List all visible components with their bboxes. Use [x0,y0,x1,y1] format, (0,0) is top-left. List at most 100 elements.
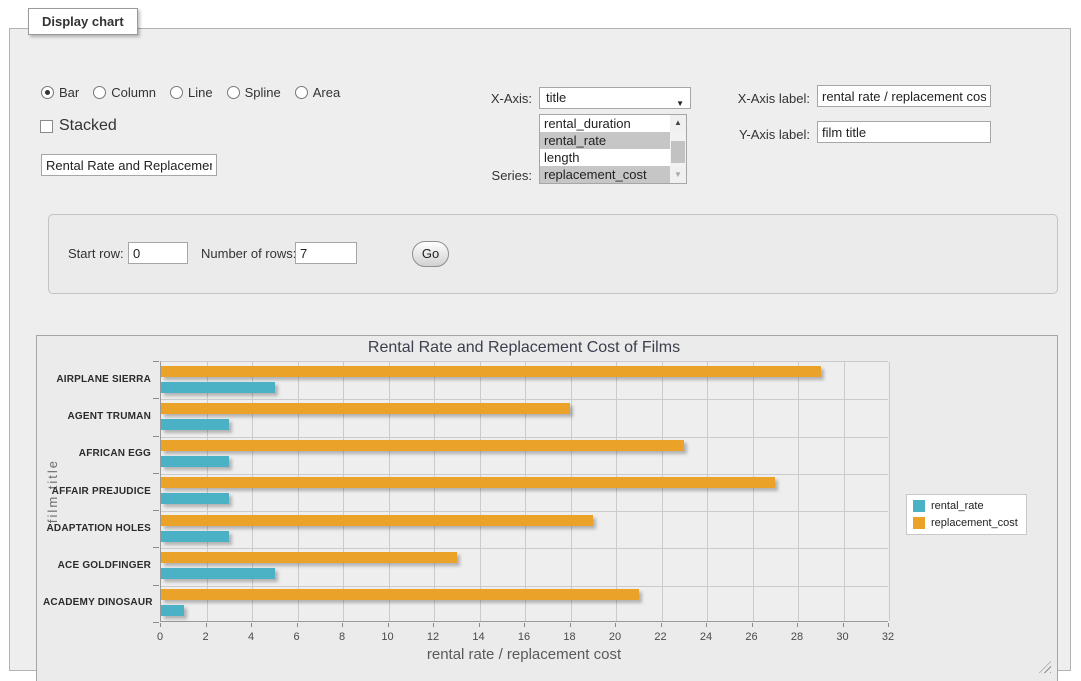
start-row-input[interactable] [128,242,188,264]
bar-replacement_cost-ace-goldfinger [161,552,457,563]
x-tick [661,623,662,627]
x-tick-label: 28 [782,631,812,643]
x-tick [388,623,389,627]
gridline-y [161,399,888,400]
x-tick [797,623,798,627]
category-label: ACE GOLDFINGER [43,560,151,571]
x-tick-label: 26 [737,631,767,643]
y-axis-label-input[interactable] [817,121,991,143]
category-label: ACADEMY DINOSAUR [43,597,151,608]
bar-rental_rate-affair-prejudice [161,493,229,504]
chart-type-radio-label: Line [188,85,213,100]
bar-rental_rate-academy-dinosaur [161,605,184,616]
go-button[interactable]: Go [412,241,449,267]
gridline-y [161,474,888,475]
x-tick [615,623,616,627]
x-tick [342,623,343,627]
series-multiselect[interactable]: rental_durationrental_ratelengthreplacem… [539,114,687,184]
series-select-label: Series: [480,168,532,183]
gridline-y [161,548,888,549]
display-chart-fieldset: BarColumnLineSplineArea Stacked X-Axis: … [9,28,1071,671]
x-tick-label: 24 [691,631,721,643]
x-tick [297,623,298,627]
chart-title-input[interactable] [41,154,217,176]
radio-icon[interactable] [170,86,183,99]
x-tick-label: 30 [828,631,858,643]
radio-icon[interactable] [93,86,106,99]
gridline-x [434,362,435,621]
y-tick [153,398,159,399]
chart-type-radio-label: Column [111,85,156,100]
series-option-rental_rate[interactable]: rental_rate [540,132,670,149]
series-option-length[interactable]: length [540,149,670,166]
y-tick [153,510,159,511]
gridline-x [707,362,708,621]
gridline-x [753,362,754,621]
series-scrollbar[interactable]: ▲ ▼ [670,115,686,183]
x-tick-label: 14 [464,631,494,643]
x-tick [251,623,252,627]
gridline-x [616,362,617,621]
x-tick [206,623,207,627]
scrollbar-thumb[interactable] [671,141,685,163]
scrollbar-down-icon[interactable]: ▼ [670,167,686,183]
x-tick [843,623,844,627]
chevron-down-icon: ▼ [676,94,684,114]
x-tick-label: 32 [873,631,903,643]
row-range-panel: Start row: Number of rows: Go [48,214,1058,294]
x-axis-label-input[interactable] [817,85,991,107]
gridline-x [343,362,344,621]
gridline-x [252,362,253,621]
x-tick-label: 2 [191,631,221,643]
series-option-replacement_cost[interactable]: replacement_cost [540,166,670,183]
stacked-checkbox-row[interactable]: Stacked [40,117,117,135]
legend-item-replacement_cost: replacement_cost [913,517,1018,529]
series-options: rental_durationrental_ratelengthreplacem… [540,115,670,183]
chart-type-radio-column[interactable]: Column [93,85,156,100]
gridline-x [889,362,890,621]
radio-icon[interactable] [227,86,240,99]
x-tick [706,623,707,627]
number-of-rows-label: Number of rows: [201,246,296,261]
x-tick-label: 4 [236,631,266,643]
category-label: AFRICAN EGG [43,448,151,459]
stacked-checkbox[interactable] [40,120,53,133]
chart-type-radio-label: Area [313,85,340,100]
number-of-rows-input[interactable] [295,242,357,264]
bar-replacement_cost-african-egg [161,440,684,451]
x-tick [570,623,571,627]
chart-type-radio-area[interactable]: Area [295,85,340,100]
gridline-y [161,511,888,512]
chart-plot-area [160,361,888,622]
resize-grip-icon[interactable] [1039,661,1051,673]
y-tick [153,622,159,623]
x-axis-selected-value: title [546,90,566,105]
chart-type-radio-spline[interactable]: Spline [227,85,281,100]
radio-icon[interactable] [295,86,308,99]
chart-type-radio-line[interactable]: Line [170,85,213,100]
y-tick [153,436,159,437]
radio-icon[interactable] [41,86,54,99]
gridline-x [662,362,663,621]
gridline-x [844,362,845,621]
series-option-rental_duration[interactable]: rental_duration [540,115,670,132]
gridline-x [525,362,526,621]
chart-title: Rental Rate and Replacement Cost of Film… [160,339,888,357]
bar-rental_rate-ace-goldfinger [161,568,275,579]
x-tick [160,623,161,627]
bar-rental_rate-agent-truman [161,419,229,430]
chart-type-radio-bar[interactable]: Bar [41,85,79,100]
x-tick [524,623,525,627]
gridline-x [389,362,390,621]
x-tick-label: 12 [418,631,448,643]
x-axis-select[interactable]: title ▼ [539,87,691,109]
x-tick-label: 10 [373,631,403,643]
scrollbar-up-icon[interactable]: ▲ [670,115,686,131]
page: BarColumnLineSplineArea Stacked X-Axis: … [0,0,1081,681]
x-tick-label: 22 [646,631,676,643]
category-label: AGENT TRUMAN [43,411,151,422]
bar-replacement_cost-agent-truman [161,403,570,414]
chart-legend: rental_ratereplacement_cost [906,494,1027,535]
chart-container: Rental Rate and Replacement Cost of Film… [36,335,1058,681]
gridline-x [298,362,299,621]
